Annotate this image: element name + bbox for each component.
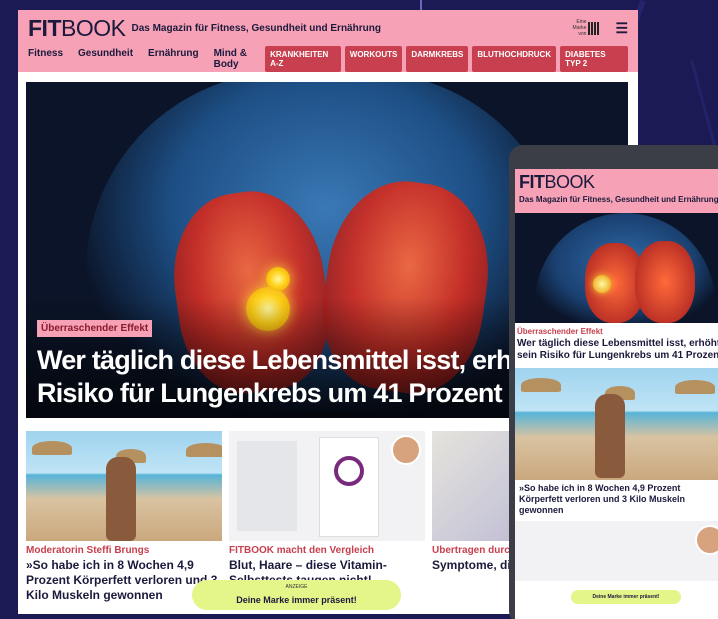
ad-label: ANZEIGE <box>285 584 308 590</box>
site-header: FITBOOK Das Magazin für Fitness, Gesundh… <box>18 10 638 46</box>
article-kicker: FITBOOK macht den Vergleich <box>229 545 375 556</box>
mobile-screen: FITBOOK Das Magazin für Fitness, Gesundh… <box>515 169 718 619</box>
ad-text: Deine Marke immer präsent! <box>236 595 357 605</box>
mobile-hero-kicker: Überraschender Effekt <box>517 327 603 336</box>
tumor-graphic <box>266 267 290 291</box>
nav-pill-bluthochdruck[interactable]: BLUTHOCHDRUCK <box>472 46 557 72</box>
mobile-ad-banner[interactable]: Deine Marke immer präsent! <box>571 590 681 604</box>
main-nav: Fitness Gesundheit Ernährung Mind & Body… <box>18 46 638 72</box>
publisher-mark[interactable]: Eine Marke von <box>570 19 600 37</box>
mobile-article-title[interactable]: »So habe ich in 8 Wochen 4,9 Prozent Kör… <box>519 483 718 516</box>
nav-item-gesundheit[interactable]: Gesundheit <box>78 48 133 70</box>
nav-pill-darmkrebs[interactable]: DARMKREBS <box>406 46 469 72</box>
mobile-article-thumbnail[interactable] <box>515 368 718 480</box>
article-card[interactable]: Moderatorin Steffi Brungs »So habe ich i… <box>26 431 222 603</box>
mobile-article-thumbnail[interactable] <box>515 521 718 581</box>
nav-item-ernaehrung[interactable]: Ernährung <box>148 48 199 70</box>
article-kicker: Moderatorin Steffi Brungs <box>26 545 150 556</box>
publisher-mark-text: Eine Marke von <box>572 19 587 37</box>
site-logo[interactable]: FITBOOK <box>28 14 126 42</box>
logo-light: BOOK <box>61 14 126 41</box>
article-thumbnail <box>229 431 425 541</box>
mobile-hero-title[interactable]: Wer täglich diese Lebensmittel isst, erh… <box>517 338 718 362</box>
hamburger-menu-icon[interactable]: ☰ <box>615 20 628 37</box>
site-tagline: Das Magazin für Fitness, Gesundheit und … <box>131 22 381 34</box>
nav-pill-diabetes[interactable]: DIABETES TYP 2 <box>560 46 628 72</box>
hero-kicker: Überraschender Effekt <box>37 320 153 337</box>
article-card[interactable]: FITBOOK macht den Vergleich Blut, Haare … <box>229 431 425 603</box>
logo-light: BOOK <box>544 172 596 192</box>
nav-item-fitness[interactable]: Fitness <box>28 48 63 70</box>
logo-bold: FIT <box>28 14 62 41</box>
nav-item-mind-body[interactable]: Mind & Body <box>214 48 266 70</box>
mobile-device: FITBOOK Das Magazin für Fitness, Gesundh… <box>509 145 718 619</box>
nav-pill-workouts[interactable]: WORKOUTS <box>344 46 403 72</box>
article-thumbnail <box>26 431 222 541</box>
mobile-logo[interactable]: FITBOOK <box>519 172 718 193</box>
author-avatar <box>695 525 718 555</box>
mobile-header: FITBOOK Das Magazin für Fitness, Gesundh… <box>515 169 718 213</box>
nav-pill-krankheiten[interactable]: KRANKHEITEN A-Z <box>265 46 341 72</box>
author-avatar <box>391 435 421 465</box>
mobile-hero-image[interactable] <box>515 213 718 323</box>
ad-banner[interactable]: ANZEIGE Deine Marke immer präsent! <box>192 580 401 610</box>
logo-bold: FIT <box>519 172 545 192</box>
mobile-tagline: Das Magazin für Fitness, Gesundheit und … <box>519 195 718 204</box>
publisher-logo-icon <box>588 21 600 35</box>
